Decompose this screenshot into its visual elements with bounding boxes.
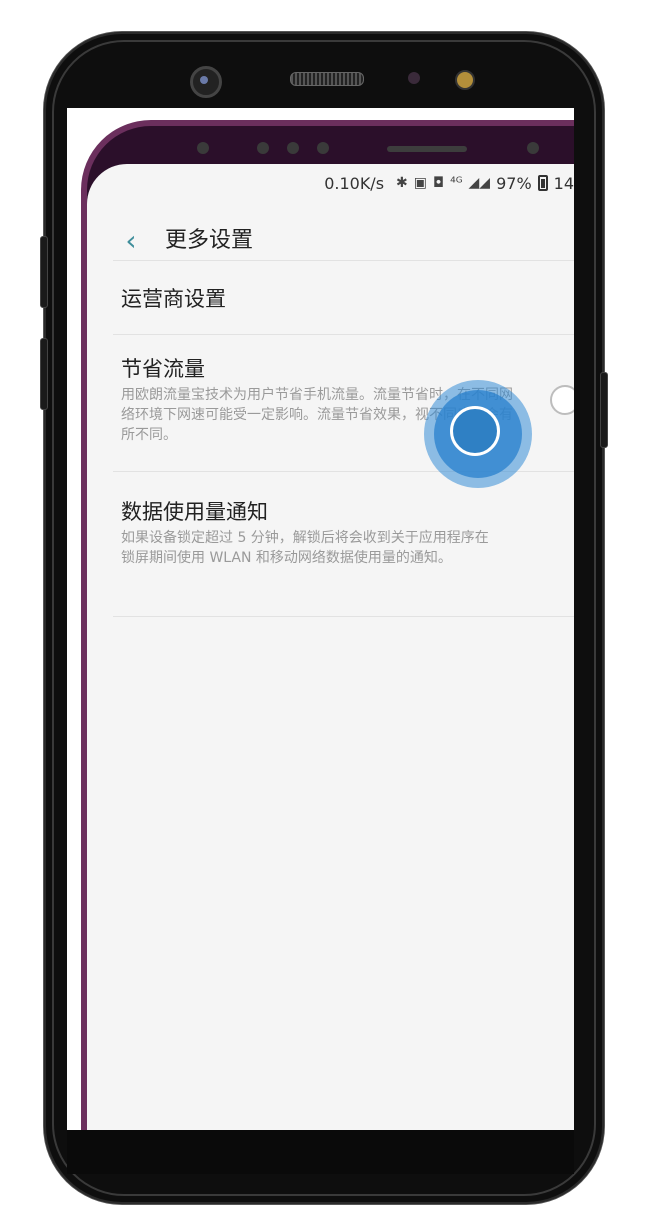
item-divider <box>113 616 574 617</box>
data-usage-notification-description: 如果设备锁定超过 5 分钟，解锁后将会收到关于应用程序在锁屏期间使用 WLAN … <box>121 530 489 566</box>
nfc-icon: ▣ <box>413 175 427 191</box>
phone-screen: 0.10K/s ✱ ▣ ◘ ⁴ᴳ ◢◢ 97% 14 ‹ 更多设置 运营商设置 … <box>67 108 574 1130</box>
front-camera-icon <box>190 66 222 98</box>
data-usage-notification-item[interactable]: 数据使用量通知 如果设备锁定超过 5 分钟，解锁后将会收到关于应用程序在锁屏期间… <box>87 472 574 616</box>
bluetooth-icon: ✱ <box>396 175 408 191</box>
background-phone-top <box>157 130 574 168</box>
front-flash <box>455 70 475 90</box>
signal-strength-icon: ◢◢ <box>468 175 491 191</box>
network-speed: 0.10K/s <box>324 173 385 193</box>
data-saver-label: 节省流量 <box>121 357 205 381</box>
carrier-settings-label: 运营商设置 <box>121 287 226 311</box>
data-usage-notification-label: 数据使用量通知 <box>121 500 268 524</box>
lte-indicator: ⁴ᴳ <box>450 175 463 191</box>
data-usage-notification-toggle[interactable] <box>450 406 500 456</box>
status-bar: 0.10K/s ✱ ▣ ◘ ⁴ᴳ ◢◢ 97% 14 <box>87 164 574 202</box>
power-button <box>600 372 608 448</box>
chevron-left-icon[interactable]: ‹ <box>119 226 143 256</box>
data-saver-toggle[interactable] <box>550 385 574 415</box>
earpiece-speaker <box>290 72 364 86</box>
battery-percent: 97% <box>496 173 532 193</box>
clock: 14 <box>553 173 574 193</box>
battery-icon <box>537 175 548 191</box>
page-title: 更多设置 <box>165 228 254 253</box>
volume-up-button <box>40 236 48 308</box>
proximity-sensor <box>408 72 420 84</box>
bottom-bezel <box>67 1130 574 1174</box>
settings-app-screen: 0.10K/s ✱ ▣ ◘ ⁴ᴳ ◢◢ 97% 14 ‹ 更多设置 运营商设置 … <box>87 164 574 1130</box>
carrier-settings-item[interactable]: 运营商设置 <box>87 261 574 333</box>
volume-down-button <box>40 338 48 410</box>
app-header: ‹ 更多设置 <box>87 218 574 266</box>
notification-icon: ◘ <box>433 175 445 191</box>
